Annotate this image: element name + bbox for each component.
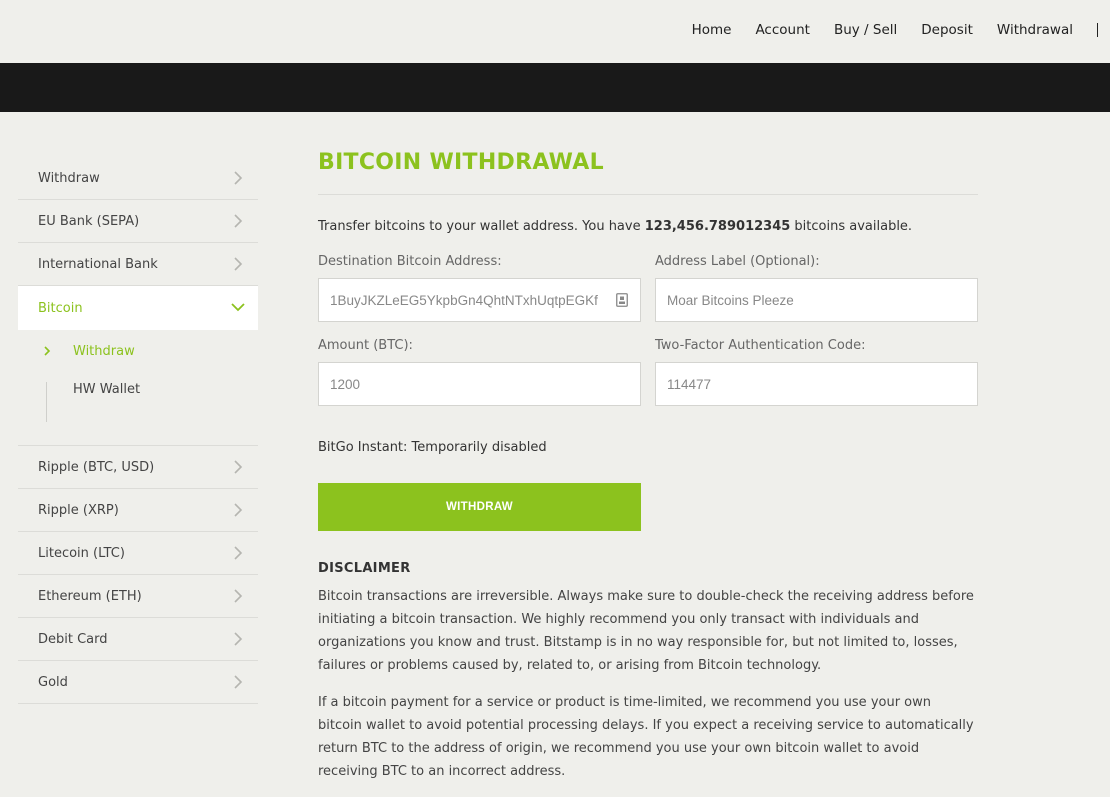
address-label-label: Address Label (Optional): — [655, 254, 820, 269]
sidebar-item-label: Bitcoin — [38, 300, 83, 316]
subnav-item-withdraw[interactable]: Withdraw — [73, 344, 135, 359]
sidebar-item-ethereum[interactable]: Ethereum (ETH) — [18, 575, 258, 618]
sidebar-item-bitcoin[interactable]: Bitcoin — [18, 286, 258, 330]
nav-account-link[interactable]: Account — [755, 22, 810, 38]
amount-value: 1200 — [330, 376, 361, 392]
sidebar-item-label: Litecoin (LTC) — [38, 545, 125, 561]
chevron-right-icon — [234, 460, 243, 474]
chevron-right-icon — [234, 214, 243, 228]
chevron-right-icon — [234, 589, 243, 603]
sidebar-item-label: Withdraw — [38, 170, 100, 186]
chevron-right-icon — [234, 632, 243, 646]
sidebar-item-label: International Bank — [38, 256, 158, 272]
nav-home-link[interactable]: Home — [692, 22, 732, 38]
bitgo-status: BitGo Instant: Temporarily disabled — [318, 440, 547, 455]
subnav-divider — [46, 382, 47, 422]
sidebar-item-ripple-xrp[interactable]: Ripple (XRP) — [18, 489, 258, 532]
two-factor-field-group: Two-Factor Authentication Code: 114477 — [655, 338, 978, 406]
chevron-right-icon — [234, 257, 243, 271]
nav-buy-sell-link[interactable]: Buy / Sell — [834, 22, 897, 38]
nav-deposit-link[interactable]: Deposit — [921, 22, 973, 38]
sidebar: Withdraw EU Bank (SEPA) International Ba… — [18, 157, 258, 704]
nav-divider — [1097, 23, 1098, 37]
top-nav: Home Account Buy / Sell Deposit Withdraw… — [0, 0, 1110, 63]
chevron-right-icon — [234, 171, 243, 185]
sidebar-item-label: EU Bank (SEPA) — [38, 213, 140, 229]
chevron-right-icon — [234, 675, 243, 689]
destination-address-value: 1BuyJKZLeEG5YkpbGn4QhtNTxhUqtpEGKf — [330, 292, 598, 308]
disclaimer-paragraph: Bitcoin transactions are irreversible. A… — [318, 589, 974, 673]
header-bar — [0, 63, 1110, 112]
address-label: Destination Bitcoin Address: — [318, 254, 502, 269]
amount-label: Amount (BTC): — [318, 338, 413, 353]
sidebar-item-international-bank[interactable]: International Bank — [18, 243, 258, 286]
chevron-right-icon — [44, 346, 51, 356]
withdraw-form: Destination Bitcoin Address: 1BuyJKZLeEG… — [318, 254, 978, 434]
sidebar-item-label: Ripple (BTC, USD) — [38, 459, 155, 475]
amount-field-group: Amount (BTC): 1200 — [318, 338, 641, 406]
page-title: BITCOIN WITHDRAWAL — [318, 148, 978, 195]
intro-suffix: bitcoins available. — [790, 219, 913, 234]
disclaimer-title: DISCLAIMER — [318, 561, 411, 576]
sidebar-item-label: Ethereum (ETH) — [38, 588, 142, 604]
subnav-item-hw-wallet[interactable]: HW Wallet — [73, 382, 140, 397]
withdraw-button[interactable]: WITHDRAW — [318, 483, 641, 531]
address-book-icon[interactable] — [616, 293, 628, 307]
sidebar-item-ripple-btc-usd[interactable]: Ripple (BTC, USD) — [18, 446, 258, 489]
two-factor-value: 114477 — [667, 376, 712, 392]
intro-prefix: Transfer bitcoins to your wallet address… — [318, 219, 645, 234]
address-label-input[interactable]: Moar Bitcoins Pleeze — [655, 278, 978, 322]
sidebar-item-gold[interactable]: Gold — [18, 661, 258, 704]
top-nav-links: Home Account Buy / Sell Deposit Withdraw… — [668, 22, 1098, 38]
available-balance: 123,456.789012345 — [644, 219, 791, 234]
nav-withdrawal-link[interactable]: Withdrawal — [997, 22, 1073, 38]
sidebar-item-label: Ripple (XRP) — [38, 502, 119, 518]
sidebar-subnav: Withdraw HW Wallet — [18, 330, 258, 446]
address-label-field-group: Address Label (Optional): Moar Bitcoins … — [655, 254, 978, 322]
address-field-group: Destination Bitcoin Address: 1BuyJKZLeEG… — [318, 254, 641, 322]
chevron-down-icon — [231, 303, 245, 312]
balance-intro: Transfer bitcoins to your wallet address… — [318, 219, 978, 234]
address-label-value: Moar Bitcoins Pleeze — [667, 292, 794, 308]
main-content: BITCOIN WITHDRAWAL Transfer bitcoins to … — [318, 148, 978, 783]
disclaimer-paragraph: If a bitcoin payment for a service or pr… — [318, 695, 974, 779]
chevron-right-icon — [234, 503, 243, 517]
destination-address-input[interactable]: 1BuyJKZLeEG5YkpbGn4QhtNTxhUqtpEGKf — [318, 278, 641, 322]
sidebar-item-withdraw[interactable]: Withdraw — [18, 157, 258, 200]
sidebar-item-litecoin[interactable]: Litecoin (LTC) — [18, 532, 258, 575]
sidebar-item-label: Debit Card — [38, 631, 108, 647]
sidebar-item-eu-bank[interactable]: EU Bank (SEPA) — [18, 200, 258, 243]
amount-input[interactable]: 1200 — [318, 362, 641, 406]
sidebar-item-debit-card[interactable]: Debit Card — [18, 618, 258, 661]
sidebar-item-label: Gold — [38, 674, 68, 690]
two-factor-input[interactable]: 114477 — [655, 362, 978, 406]
two-factor-label: Two-Factor Authentication Code: — [655, 338, 866, 353]
chevron-right-icon — [234, 546, 243, 560]
